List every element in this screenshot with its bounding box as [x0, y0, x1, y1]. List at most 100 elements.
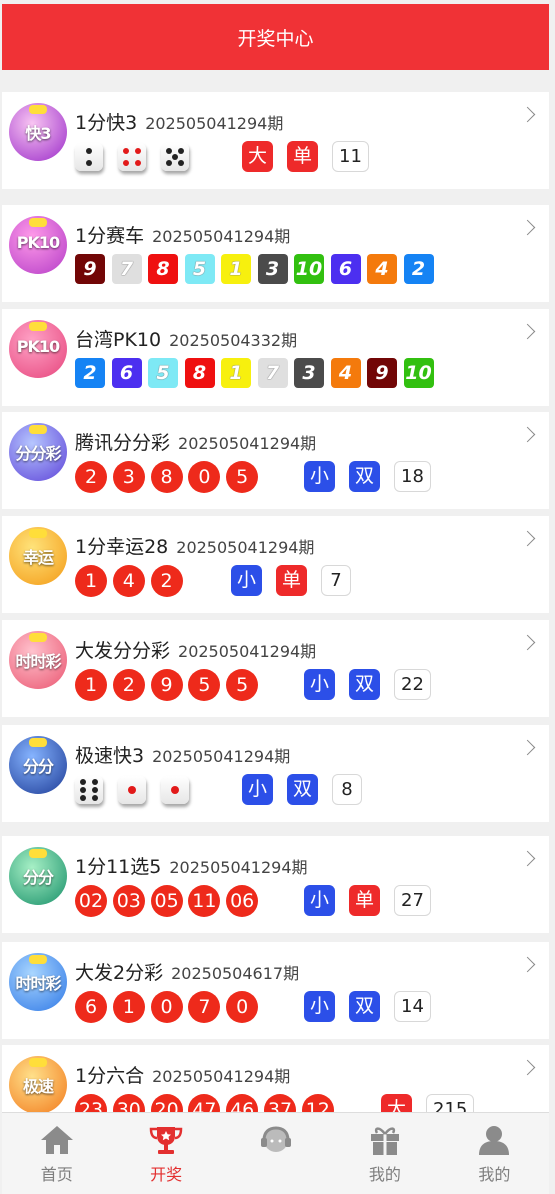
lottery-title: 1分幸运28	[75, 536, 169, 558]
sum-value: 8	[332, 774, 362, 805]
dice-pip	[171, 786, 179, 794]
number-ball: 2	[112, 669, 145, 701]
sum-value: 18	[394, 461, 431, 492]
lottery-card[interactable]: 时时彩 大发分分彩 202505041294期 1 2 9 5 5 小双 22	[2, 620, 549, 717]
number-square: 9	[75, 254, 105, 284]
result-tag: 双	[349, 669, 380, 700]
number-ball: 1	[75, 565, 107, 597]
number-square: 7	[257, 358, 288, 388]
lottery-card[interactable]: 分分 1分11选5 202505041294期 02 03 05 11 06 小单 27	[2, 836, 549, 933]
issue-number: 20250504332期	[169, 331, 298, 350]
logo-text: 时时彩	[15, 974, 61, 993]
result-tag: 大	[381, 1094, 412, 1112]
number-ball: 0	[226, 991, 259, 1023]
bottom-tab-bar: 首页 开奖 我的 我的	[2, 1112, 549, 1194]
sum-value: 22	[394, 669, 431, 700]
chevron-right-icon[interactable]	[519, 634, 536, 651]
tab-label: 开奖	[150, 1165, 183, 1184]
lottery-name: 1分快3 202505041294期	[75, 108, 283, 135]
dice-pip	[86, 160, 92, 166]
number-ball: 20	[150, 1094, 183, 1112]
number-ball: 05	[150, 885, 183, 917]
lottery-logo: 幸运	[9, 527, 67, 585]
tab-user[interactable]: 我的	[440, 1113, 549, 1194]
lottery-card[interactable]: 快3 1分快3 202505041294期大单 11	[2, 92, 549, 189]
result-tag: 单	[287, 141, 318, 172]
number-square: 5	[184, 254, 215, 284]
logo-badge	[29, 425, 47, 434]
dice-pip	[172, 154, 178, 160]
tab-trophy[interactable]: 开奖	[111, 1113, 220, 1194]
number-ball: 5	[188, 669, 221, 701]
chevron-right-icon[interactable]	[519, 956, 536, 973]
dice-face	[161, 143, 189, 171]
lottery-logo: 快3	[9, 103, 67, 161]
sum-value: 11	[332, 141, 369, 172]
result-tag: 小	[304, 461, 335, 492]
sum-value: 215	[426, 1094, 475, 1112]
number-ball: 2	[75, 461, 107, 493]
dice-pip	[86, 148, 92, 154]
lottery-card[interactable]: 幸运 1分幸运28 202505041294期 1 4 2 小单 7	[2, 516, 549, 613]
lottery-card[interactable]: PK10 1分赛车 202505041294期 9 7 8 5 1 3 10 6 4 2	[2, 205, 549, 302]
tab-gift[interactable]: 我的	[330, 1113, 439, 1194]
chevron-right-icon[interactable]	[519, 323, 536, 340]
lottery-name: 1分幸运28 202505041294期	[75, 532, 314, 559]
tab-label: 我的	[368, 1165, 401, 1184]
dice-pip	[166, 148, 172, 154]
chevron-right-icon[interactable]	[519, 850, 536, 867]
issue-number: 202505041294期	[152, 747, 291, 766]
number-ball: 7	[188, 991, 221, 1023]
lottery-card[interactable]: 分分 极速快3 202505041294期小双 8	[2, 725, 549, 822]
result-tag: 双	[287, 774, 318, 805]
lottery-title: 1分快3	[75, 112, 138, 134]
result-tag: 小	[304, 669, 335, 700]
number-ball: 1	[75, 669, 107, 701]
number-square: 3	[294, 358, 324, 388]
number-square: 10	[403, 358, 434, 388]
customer-service-icon	[258, 1124, 294, 1156]
lottery-name: 1分11选5 202505041294期	[75, 852, 308, 879]
issue-number: 202505041294期	[145, 114, 284, 133]
issue-number: 202505041294期	[152, 1067, 291, 1086]
dice-pip	[135, 160, 141, 166]
result-tag: 双	[349, 461, 380, 492]
number-ball: 0	[188, 461, 221, 493]
chevron-right-icon[interactable]	[519, 530, 536, 547]
logo-badge	[29, 529, 47, 538]
gift-icon	[367, 1124, 403, 1156]
logo-text: PK10	[16, 337, 60, 356]
dice-face	[75, 143, 103, 171]
logo-text: 分分	[22, 868, 54, 887]
logo-text: 幸运	[22, 548, 54, 567]
lottery-card[interactable]: 极速 1分六合 202505041294期 23 30 20 47 46 37 12 大 215	[2, 1045, 549, 1112]
result-tag: 小	[231, 565, 262, 596]
lottery-card[interactable]: PK10 台湾PK10 20250504332期 2 6 5 8 1 7 3 4 9 10	[2, 309, 549, 406]
dice-pip	[92, 795, 98, 801]
number-ball: 11	[188, 885, 221, 917]
lottery-logo: 分分彩	[9, 423, 67, 481]
tab-home[interactable]: 首页	[2, 1113, 111, 1194]
number-square: 1	[221, 254, 251, 284]
lottery-logo: PK10	[9, 216, 67, 274]
tab-customer-service[interactable]	[221, 1113, 330, 1194]
lottery-card[interactable]: 时时彩 大发2分彩 20250504617期 6 1 0 7 0 小双 14	[2, 942, 549, 1039]
lottery-card[interactable]: 分分彩 腾讯分分彩 202505041294期 2 3 8 0 5 小双 18	[2, 412, 549, 509]
chevron-right-icon[interactable]	[519, 219, 536, 236]
chevron-right-icon[interactable]	[519, 106, 536, 123]
chevron-right-icon[interactable]	[519, 426, 536, 443]
chevron-right-icon[interactable]	[519, 1059, 536, 1076]
lottery-title: 1分11选5	[75, 856, 162, 878]
tab-label: 我的	[478, 1165, 511, 1184]
result-tag: 小	[304, 991, 335, 1022]
lottery-list[interactable]: 快3 1分快3 202505041294期大单 11 PK10 1分赛车 202505041…	[2, 0, 549, 1112]
chevron-right-icon[interactable]	[519, 739, 536, 756]
issue-number: 20250504617期	[171, 964, 300, 983]
lottery-name: 极速快3 202505041294期	[75, 741, 290, 768]
logo-text: 快3	[25, 124, 51, 143]
dice-pip	[80, 787, 86, 793]
lottery-title: 台湾PK10	[75, 329, 162, 351]
number-ball: 6	[75, 991, 107, 1023]
issue-number: 202505041294期	[169, 858, 308, 877]
dice-pip	[135, 148, 141, 154]
